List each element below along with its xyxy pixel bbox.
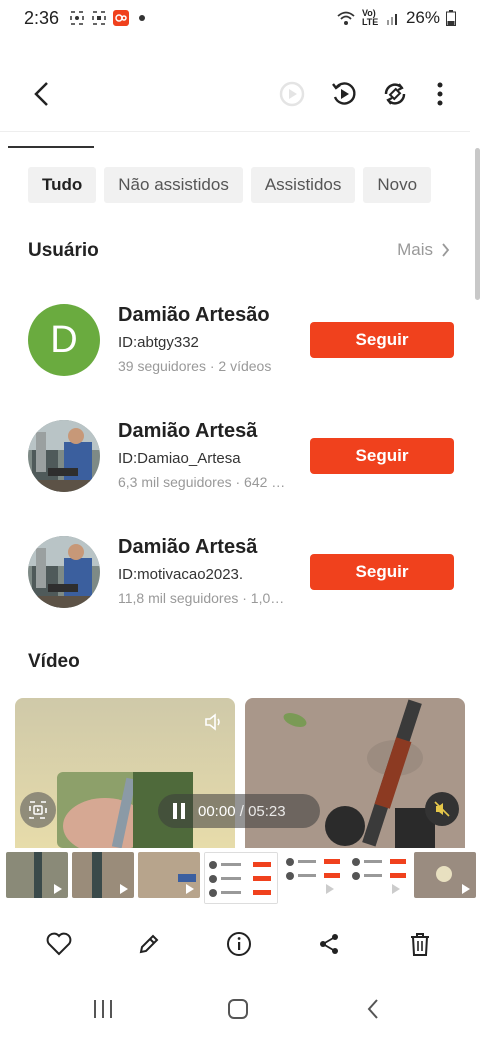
avatar[interactable] bbox=[28, 536, 100, 608]
users-section-title: Usuário bbox=[28, 240, 99, 261]
player-controls: 00:00 / 05:23 bbox=[158, 794, 320, 828]
system-nav-bar bbox=[0, 986, 480, 1032]
replay-icon bbox=[332, 82, 356, 105]
delete-button[interactable] bbox=[404, 928, 436, 960]
app-notification-icon bbox=[113, 10, 130, 26]
thumbnail[interactable] bbox=[282, 852, 344, 898]
recents-icon bbox=[94, 1000, 112, 1018]
tab-indicator bbox=[8, 146, 94, 148]
user-id: ID:abtgy332 bbox=[118, 334, 199, 351]
play-circle-icon bbox=[279, 81, 305, 107]
home-button[interactable] bbox=[223, 994, 253, 1024]
chip-novo[interactable]: Novo bbox=[363, 167, 432, 203]
details-button[interactable] bbox=[223, 928, 255, 960]
status-time: 2:36 bbox=[24, 7, 60, 28]
thumbnail[interactable] bbox=[138, 852, 200, 898]
status-right: Vo) LTE 26% bbox=[336, 8, 456, 28]
user-name[interactable]: Damião Artesã bbox=[118, 420, 257, 443]
user-stats: 11,8 mil seguidores · 1,0… bbox=[118, 590, 285, 606]
more-options-button[interactable] bbox=[420, 74, 460, 114]
filter-chips: Tudo Não assistidos Assistidos Novo bbox=[28, 167, 432, 203]
duration: 05:23 bbox=[248, 802, 286, 820]
replay-button[interactable] bbox=[324, 74, 364, 114]
battery-icon bbox=[446, 10, 456, 26]
thumbnail[interactable] bbox=[6, 852, 68, 898]
time-separator: / bbox=[239, 802, 244, 820]
pause-icon[interactable] bbox=[172, 802, 186, 820]
user-row[interactable]: Damião Artesã ID:Damiao_Artesa 6,3 mil s… bbox=[28, 420, 454, 500]
more-label: Mais bbox=[397, 240, 433, 259]
rotate-icon bbox=[384, 83, 406, 105]
header-divider bbox=[0, 131, 470, 132]
status-bar: 2:36 Vo) LTE 26% bbox=[0, 0, 480, 36]
chip-nao-assistidos[interactable]: Não assistidos bbox=[104, 167, 243, 203]
heart-icon bbox=[46, 932, 72, 956]
chip-tudo[interactable]: Tudo bbox=[28, 167, 97, 203]
capture-icon bbox=[29, 801, 47, 819]
user-name[interactable]: Damião Artesã bbox=[118, 536, 257, 559]
thumbnail[interactable] bbox=[414, 852, 476, 898]
pencil-icon bbox=[139, 934, 159, 954]
avatar-photo bbox=[28, 420, 100, 492]
more-users-link[interactable]: Mais bbox=[397, 240, 450, 260]
current-time: 00:00 bbox=[198, 802, 236, 820]
recents-button[interactable] bbox=[88, 994, 118, 1024]
thumbnail-strip[interactable] bbox=[0, 852, 480, 904]
user-id: ID:Damiao_Artesa bbox=[118, 450, 241, 467]
mute-button[interactable] bbox=[425, 792, 459, 826]
user-stats: 6,3 mil seguidores · 642 … bbox=[118, 474, 286, 490]
play-circle-button[interactable] bbox=[272, 74, 312, 114]
rotate-button[interactable] bbox=[375, 74, 415, 114]
share-icon bbox=[320, 934, 338, 954]
thumbnail[interactable] bbox=[348, 852, 410, 898]
wifi-icon bbox=[337, 11, 355, 25]
avatar[interactable]: D bbox=[28, 304, 100, 376]
mute-icon bbox=[434, 801, 450, 817]
video-section-title: Vídeo bbox=[28, 651, 80, 672]
nav-back-button[interactable] bbox=[358, 994, 388, 1024]
network-type: Vo) LTE bbox=[361, 8, 379, 27]
avatar[interactable] bbox=[28, 420, 100, 492]
user-id: ID:motivacao2023. bbox=[118, 566, 244, 583]
scrollbar[interactable] bbox=[475, 148, 480, 300]
app-header bbox=[0, 60, 480, 128]
favorite-button[interactable] bbox=[43, 928, 75, 960]
home-icon bbox=[228, 999, 248, 1019]
follow-button[interactable]: Seguir bbox=[310, 322, 454, 358]
action-bar bbox=[0, 918, 480, 970]
avatar-photo bbox=[28, 536, 100, 608]
thumbnail-selected[interactable] bbox=[204, 852, 278, 904]
more-vertical-icon bbox=[437, 82, 443, 106]
screenshot-capture-button[interactable] bbox=[20, 792, 56, 828]
back-button[interactable] bbox=[22, 74, 62, 114]
battery-level: 26% bbox=[405, 8, 440, 27]
user-row[interactable]: Damião Artesã ID:motivacao2023. 11,8 mil… bbox=[28, 536, 454, 616]
volume-icon[interactable] bbox=[203, 712, 223, 732]
trash-icon bbox=[411, 933, 429, 956]
user-row[interactable]: D Damião Artesão ID:abtgy332 39 seguidor… bbox=[28, 304, 454, 384]
edit-button[interactable] bbox=[133, 928, 165, 960]
thumbnail[interactable] bbox=[72, 852, 134, 898]
user-stats: 39 seguidores · 2 vídeos bbox=[118, 358, 272, 374]
chip-assistidos[interactable]: Assistidos bbox=[250, 167, 356, 203]
notification-dot bbox=[139, 15, 146, 21]
screenshot-icon bbox=[70, 11, 84, 25]
chevron-right-icon bbox=[442, 243, 450, 257]
follow-button[interactable]: Seguir bbox=[310, 438, 454, 474]
screen-record-icon bbox=[92, 11, 106, 25]
user-name[interactable]: Damião Artesão bbox=[118, 304, 270, 327]
follow-button[interactable]: Seguir bbox=[310, 554, 454, 590]
chevron-left-icon bbox=[34, 82, 48, 106]
back-icon bbox=[367, 999, 378, 1019]
signal-icon bbox=[386, 14, 397, 25]
info-icon bbox=[227, 932, 251, 956]
share-button[interactable] bbox=[313, 928, 345, 960]
